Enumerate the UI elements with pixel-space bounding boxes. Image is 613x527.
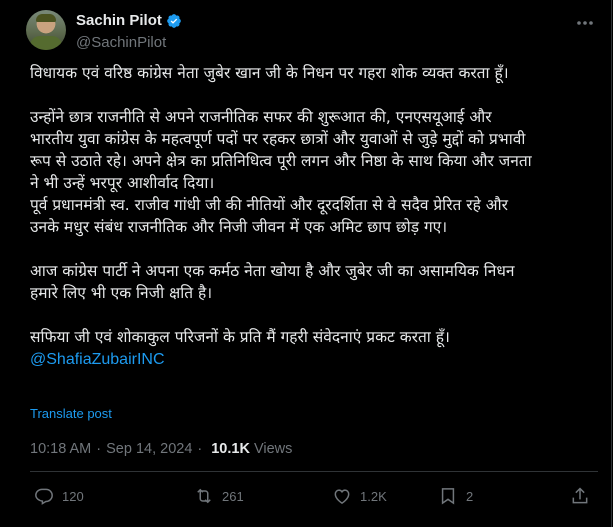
share-icon	[572, 487, 588, 504]
separator-dot: ·	[96, 441, 102, 457]
paragraph-loss: आज कांग्रेस पार्टी ने अपना एक कर्मठ नेता…	[30, 262, 515, 302]
views-count: 10.1K	[211, 441, 250, 457]
verified-badge-icon	[167, 13, 181, 28]
post-time[interactable]: 10:18 AM	[30, 441, 91, 457]
reply-icon	[35, 488, 53, 505]
like-count: 1.2K	[360, 488, 387, 504]
author-handle[interactable]: @SachinPilot	[76, 34, 166, 51]
repost-button[interactable]: 261	[194, 486, 244, 506]
avatar[interactable]	[26, 10, 66, 50]
share-button[interactable]	[570, 486, 590, 506]
paragraph-family: सफिया जी एवं शोकाकुल परिजनों के प्रति मै…	[30, 328, 450, 346]
tweet-text: विधायक एवं वरिष्ठ कांग्रेस नेता जुबेर खा…	[30, 62, 590, 371]
bookmark-icon	[441, 488, 455, 505]
reply-count: 120	[62, 488, 84, 504]
tweet-header: Sachin Pilot @SachinPilot	[26, 10, 596, 54]
divider	[30, 471, 598, 472]
tweet-card: Sachin Pilot @SachinPilot विधायक एवं वरि…	[0, 0, 612, 527]
paragraph-biography: उन्होंने छात्र राजनीति से अपने राजनीतिक …	[30, 108, 532, 236]
views-label: Views	[253, 441, 293, 457]
author-name[interactable]: Sachin Pilot	[76, 12, 162, 29]
bookmark-count: 2	[466, 488, 474, 504]
avatar-torso	[30, 36, 62, 50]
more-options-icon[interactable]	[574, 14, 596, 32]
paragraph-condolence: विधायक एवं वरिष्ठ कांग्रेस नेता जुबेर खा…	[30, 64, 509, 82]
mention-link[interactable]: @ShafiaZubairINC	[30, 351, 165, 368]
avatar-cap	[36, 14, 56, 22]
repost-count: 261	[222, 488, 244, 504]
heart-icon	[334, 489, 350, 504]
reply-button[interactable]: 120	[34, 486, 84, 506]
author-name-row: Sachin Pilot	[76, 12, 182, 29]
action-bar: 120 261 1.2K 2	[30, 486, 595, 510]
bookmark-button[interactable]: 2	[438, 486, 473, 506]
separator-dot: ·	[197, 441, 203, 457]
repost-icon	[197, 488, 211, 504]
like-button[interactable]: 1.2K	[332, 486, 387, 506]
post-metadata: 10:18 AM · Sep 14, 2024 · 10.1K Views	[30, 441, 292, 457]
post-date[interactable]: Sep 14, 2024	[106, 441, 192, 457]
translate-post-link[interactable]: Translate post	[30, 406, 112, 421]
